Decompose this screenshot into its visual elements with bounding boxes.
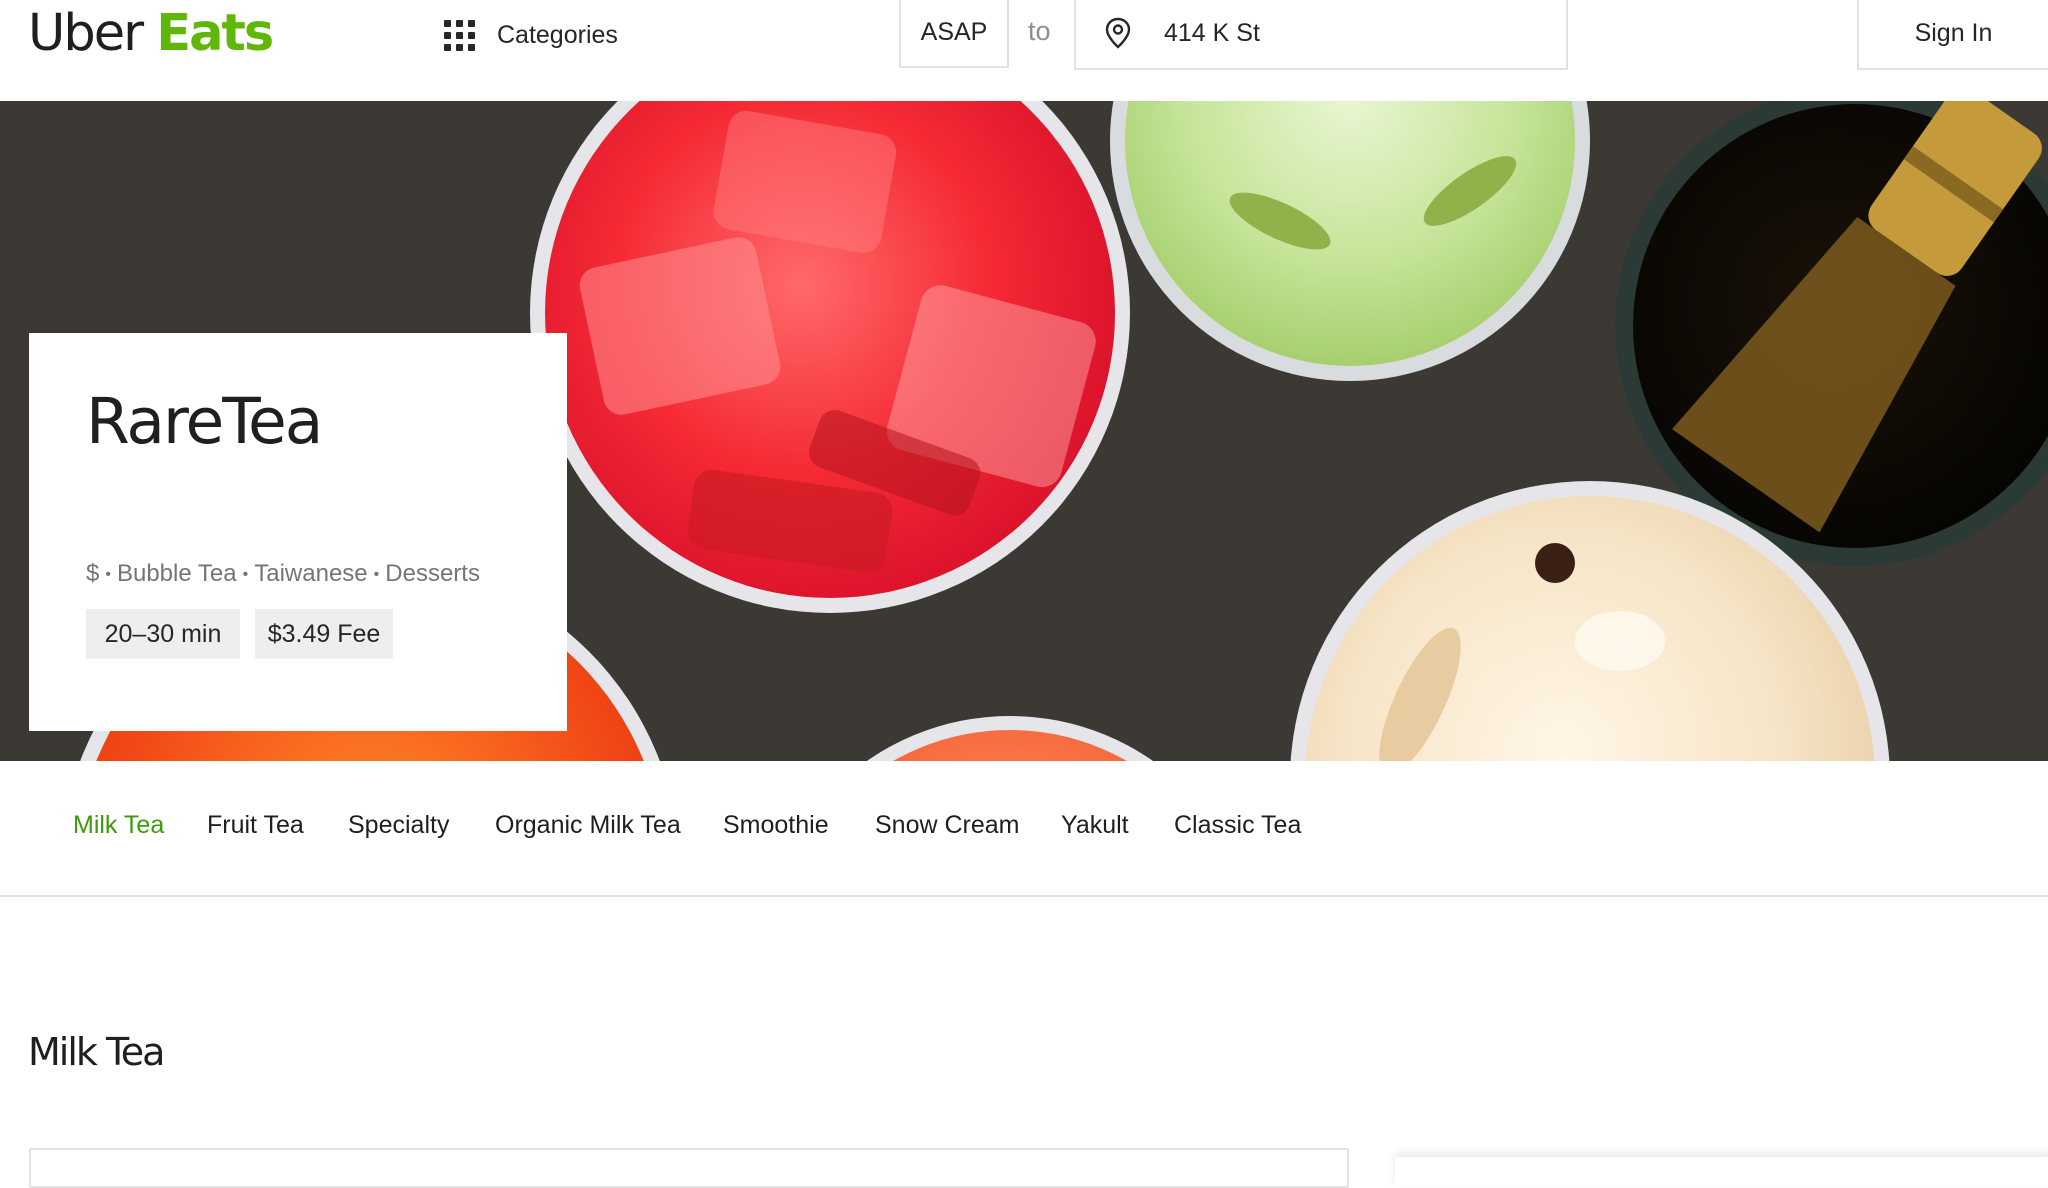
sign-in-button[interactable]: Sign In [1857,0,2048,70]
delivery-time-selector[interactable]: ASAP [899,0,1009,68]
delivery-time-label: ASAP [920,17,988,46]
delivery-eta-badge: 20–30 min [86,609,240,659]
cuisine-tag: Bubble Tea [116,560,237,587]
store-info-card: RareTea $ • Bubble Tea • Taiwanese • Desserts … [29,333,567,731]
delivery-fee-badge: $3.49 Fee [255,609,393,659]
delivery-eta-text: 20–30 min [104,619,222,648]
sign-in-label: Sign In [1914,18,1993,47]
address-input[interactable]: 414 K St [1074,0,1568,70]
tab-fruit-tea[interactable]: Fruit Tea [207,811,304,840]
to-label: to [1028,16,1051,46]
top-header: Uber Eats Categories ASAP to 414 K St Si… [0,0,2048,101]
tab-organic-milk-tea[interactable]: Organic Milk Tea [495,811,681,840]
price-level: $ [86,560,100,587]
cuisine-tag: Desserts [385,560,480,587]
menu-category-nav: Milk Tea Fruit Tea Specialty Organic Mil… [0,761,2048,897]
logo-uber-text: Uber [28,4,144,63]
categories-button[interactable]: Categories [444,16,618,54]
store-hero-banner: RareTea $ • Bubble Tea • Taiwanese • Desserts … [0,101,2048,761]
delivery-fee-text: $3.49 Fee [267,619,381,648]
categories-label: Categories [497,20,618,49]
tab-snow-cream[interactable]: Snow Cream [875,811,1020,840]
tab-classic-tea[interactable]: Classic Tea [1174,811,1301,840]
tab-milk-tea[interactable]: Milk Tea [73,811,164,840]
tab-smoothie[interactable]: Smoothie [723,811,829,840]
section-title: Milk Tea [28,1030,165,1074]
address-value: 414 K St [1164,18,1260,47]
store-meta: $ • Bubble Tea • Taiwanese • Desserts [86,560,480,587]
tab-specialty[interactable]: Specialty [348,811,449,840]
store-name: RareTea [86,385,323,458]
cuisine-tag: Taiwanese [254,560,368,587]
logo-eats-text: Eats [156,4,274,63]
menu-item-card[interactable] [29,1148,1349,1188]
grid-icon [444,19,475,51]
location-pin-icon [1105,17,1131,49]
uber-eats-logo[interactable]: Uber Eats [28,2,274,66]
tab-yakult[interactable]: Yakult [1061,811,1129,840]
cart-panel [1395,1157,2048,1187]
